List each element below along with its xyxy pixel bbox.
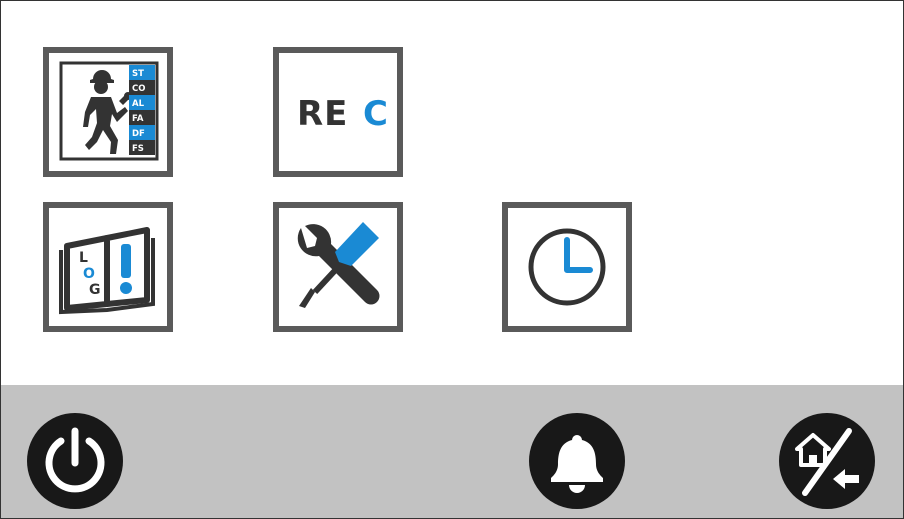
home-switch-icon [795,428,859,496]
log-letter-g: G [89,282,101,298]
power-icon [45,427,105,493]
rec-tile[interactable]: RE C [273,47,403,177]
code-co: CO [132,84,145,94]
wrench-screwdriver-icon [297,222,380,308]
clock-icon [528,228,606,306]
tools-tile[interactable] [273,202,403,332]
rec-icon: RE C [297,94,389,134]
service-technician-icon: ST CO AL FA DF FS [59,61,159,161]
service-tile[interactable]: ST CO AL FA DF FS [43,47,173,177]
log-tile[interactable]: L O G [43,202,173,332]
code-df: DF [132,129,145,139]
code-al: AL [132,99,145,109]
log-book-icon: L O G [59,227,155,315]
main-screen: ST CO AL FA DF FS RE C L O G [0,0,904,519]
code-fa: FA [132,114,144,124]
bell-icon [551,435,603,493]
log-letter-o: O [83,266,95,282]
clock-tile[interactable] [502,202,632,332]
rec-label-part1: RE [297,94,348,134]
alarm-button[interactable] [529,413,625,509]
bottom-bar [1,385,903,518]
log-letter-l: L [79,250,88,266]
code-st: ST [132,69,144,79]
rec-label-part2: C [363,94,389,134]
power-button[interactable] [27,413,123,509]
code-fs: FS [132,144,144,154]
home-switch-button[interactable] [779,413,875,509]
